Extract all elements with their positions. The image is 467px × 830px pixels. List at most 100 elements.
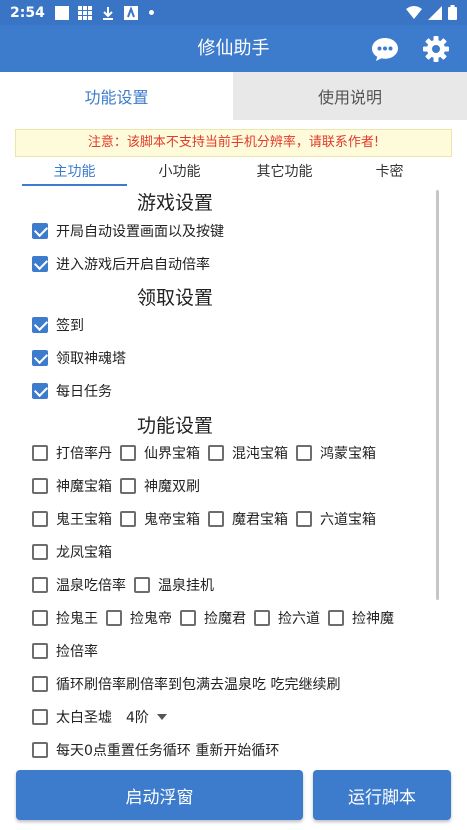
checkbox-label: 混沌宝箱 — [232, 446, 288, 462]
section-title-game: 游戏设置 — [136, 192, 213, 214]
checkbox-feature[interactable]: 捡鬼王 — [32, 608, 98, 628]
checkbox-box[interactable] — [32, 256, 48, 272]
checkbox-box[interactable] — [32, 709, 48, 725]
checkbox-box[interactable] — [120, 445, 136, 461]
feature-row: 捡倍率 — [32, 640, 106, 662]
checkbox-feature[interactable]: 鬼帝宝箱 — [120, 509, 200, 529]
tab-feature-settings[interactable]: 功能设置 — [0, 72, 233, 120]
select-value: 4阶 — [126, 710, 149, 726]
checkbox-feature[interactable]: 龙凤宝箱 — [32, 542, 112, 562]
checkbox-auto-multiplier[interactable]: 进入游戏后开启自动倍率 — [32, 254, 210, 274]
checkbox-feature[interactable]: 捡六道 — [254, 608, 320, 628]
checkbox-box[interactable] — [120, 478, 136, 494]
checkbox-feature[interactable]: 捡魔君 — [180, 608, 246, 628]
checkbox-feature[interactable]: 太白圣墟 — [32, 707, 112, 727]
checkbox-feature[interactable]: 神魔宝箱 — [32, 476, 112, 496]
checkbox-feature[interactable]: 仙界宝箱 — [120, 443, 200, 463]
checkbox-box[interactable] — [296, 445, 312, 461]
feature-row: 捡鬼王 捡鬼帝 捡魔君 捡六道 捡神魔 — [32, 607, 402, 629]
feature-row: 龙凤宝箱 — [32, 541, 120, 563]
checkbox-feature[interactable]: 魔君宝箱 — [208, 509, 288, 529]
checkbox-feature[interactable]: 每天0点重置任务循环 重新开始循环 — [32, 740, 279, 760]
option-row: 签到 — [32, 314, 92, 336]
start-float-window-button[interactable]: 启动浮窗 — [16, 770, 303, 820]
checkbox-box[interactable] — [32, 643, 48, 659]
checkbox-label: 打倍率丹 — [56, 446, 112, 462]
checkbox-feature[interactable]: 神魔双刷 — [120, 476, 200, 496]
checkbox-box[interactable] — [180, 610, 196, 626]
checkbox-box[interactable] — [32, 610, 48, 626]
download-icon — [102, 6, 113, 20]
checkbox-auto-setup[interactable]: 开局自动设置画面以及按键 — [32, 221, 224, 241]
subtab-small[interactable]: 小功能 — [127, 160, 232, 186]
run-script-button[interactable]: 运行脚本 — [313, 770, 451, 820]
message-button[interactable] — [371, 35, 399, 63]
checkbox-box[interactable] — [254, 610, 270, 626]
subtab-card-key[interactable]: 卡密 — [337, 160, 442, 186]
checkbox-label: 每天0点重置任务循环 重新开始循环 — [56, 743, 280, 759]
tab-usage-guide[interactable]: 使用说明 — [233, 72, 467, 120]
checkbox-daily-task[interactable]: 每日任务 — [32, 381, 112, 401]
checkbox-box[interactable] — [208, 445, 224, 461]
checkbox-box[interactable] — [328, 610, 344, 626]
checkbox-feature[interactable]: 鬼王宝箱 — [32, 509, 112, 529]
settings-button[interactable] — [422, 35, 450, 63]
checkbox-feature[interactable]: 捡神魔 — [328, 608, 394, 628]
checkbox-label: 捡倍率 — [56, 644, 98, 660]
checkbox-sign-in[interactable]: 签到 — [32, 315, 84, 335]
checkbox-feature[interactable]: 温泉吃倍率 — [32, 575, 126, 595]
option-row: 领取神魂塔 — [32, 347, 134, 369]
more-dot-icon — [148, 10, 154, 15]
checkbox-box[interactable] — [32, 350, 48, 366]
checkbox-box[interactable] — [32, 445, 48, 461]
checkbox-label: 鬼王宝箱 — [56, 512, 112, 528]
checkbox-label: 龙凤宝箱 — [56, 545, 112, 561]
checkbox-box[interactable] — [32, 223, 48, 239]
checkbox-label: 捡鬼王 — [56, 611, 98, 627]
scrollbar[interactable] — [436, 190, 439, 600]
checkbox-box[interactable] — [32, 383, 48, 399]
checkbox-box[interactable] — [32, 511, 48, 527]
sub-tabs: 主功能 小功能 其它功能 卡密 — [22, 160, 442, 186]
checkbox-box[interactable] — [32, 317, 48, 333]
settings-content: 游戏设置 开局自动设置画面以及按键 进入游戏后开启自动倍率 领取设置 签到 领取… — [0, 186, 467, 766]
feature-row: 温泉吃倍率 温泉挂机 — [32, 574, 222, 596]
checkbox-label: 每日任务 — [56, 384, 112, 400]
checkbox-feature[interactable]: 六道宝箱 — [296, 509, 376, 529]
checkbox-label: 太白圣墟 — [56, 710, 112, 726]
checkbox-box[interactable] — [106, 610, 122, 626]
status-right — [406, 5, 457, 20]
checkbox-label: 开局自动设置画面以及按键 — [56, 224, 224, 240]
feature-row: 打倍率丹 仙界宝箱 混沌宝箱 鸿蒙宝箱 — [32, 442, 384, 464]
checkbox-feature[interactable]: 温泉挂机 — [134, 575, 214, 595]
checkbox-box[interactable] — [120, 511, 136, 527]
checkbox-label: 仙界宝箱 — [144, 446, 200, 462]
status-time: 2:54 — [10, 4, 45, 21]
checkbox-feature[interactable]: 循环刷倍率刷倍率到包满去温泉吃 吃完继续刷 — [32, 674, 340, 694]
checkbox-box[interactable] — [32, 577, 48, 593]
checkbox-label: 捡魔君 — [204, 611, 246, 627]
checkbox-label: 神魔双刷 — [144, 479, 200, 495]
checkbox-soul-tower[interactable]: 领取神魂塔 — [32, 348, 126, 368]
checkbox-feature[interactable]: 鸿蒙宝箱 — [296, 443, 376, 463]
checkbox-box[interactable] — [296, 511, 312, 527]
subtab-main[interactable]: 主功能 — [22, 160, 127, 186]
checkbox-feature[interactable]: 捡鬼帝 — [106, 608, 172, 628]
checkbox-box[interactable] — [208, 511, 224, 527]
checkbox-label: 六道宝箱 — [320, 512, 376, 528]
app-screen: 2:54 修仙助手 功能设置 使用说明 注意：该脚本不支持当前手机分辨率，请联系… — [0, 0, 467, 830]
checkbox-feature[interactable]: 捡倍率 — [32, 641, 98, 661]
checkbox-box[interactable] — [32, 742, 48, 758]
checkbox-feature[interactable]: 打倍率丹 — [32, 443, 112, 463]
taibai-level-select[interactable]: 4阶 — [126, 707, 167, 727]
subtab-other[interactable]: 其它功能 — [232, 160, 337, 186]
gear-icon — [423, 36, 449, 62]
checkbox-box[interactable] — [32, 544, 48, 560]
checkbox-box[interactable] — [32, 676, 48, 692]
checkbox-box[interactable] — [32, 478, 48, 494]
checkbox-label: 领取神魂塔 — [56, 351, 126, 367]
status-bar: 2:54 — [0, 0, 467, 25]
checkbox-feature[interactable]: 混沌宝箱 — [208, 443, 288, 463]
feature-row: 神魔宝箱 神魔双刷 — [32, 475, 208, 497]
checkbox-box[interactable] — [134, 577, 150, 593]
